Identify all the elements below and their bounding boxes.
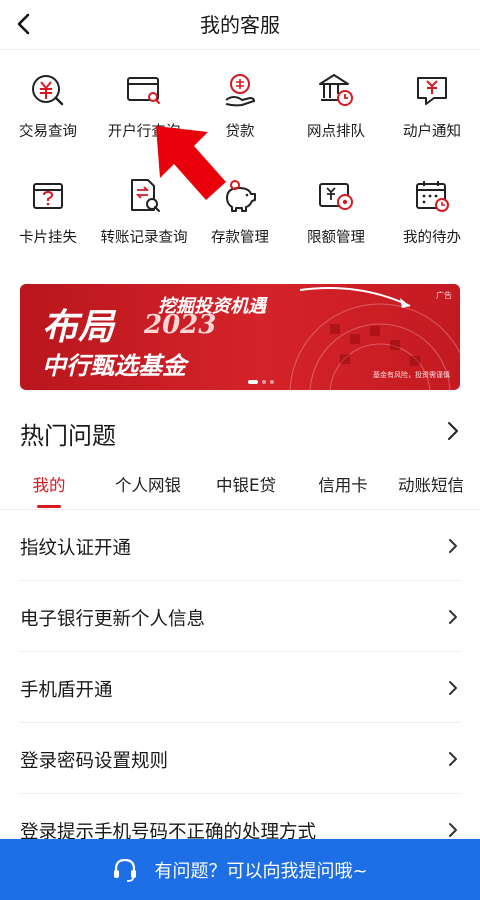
loan-hand-icon	[225, 74, 256, 107]
tab-personal-ebank[interactable]: 个人网银	[106, 468, 190, 508]
service-label: 转账记录查询	[100, 230, 188, 246]
service-label: 限额管理	[307, 230, 365, 246]
tab-label: 动账短信	[398, 476, 464, 495]
ask-prompt-text: 有问题？可以向我提问哦~	[154, 860, 368, 882]
page-title: 我的客服	[200, 13, 280, 37]
risk-disclaimer: 基金有风险，投资需谨慎	[373, 371, 450, 379]
service-account-notice[interactable]: 动户通知	[384, 58, 480, 164]
service-branch-queue[interactable]: 网点排队	[288, 58, 384, 164]
service-transaction-query[interactable]: 交易查询	[0, 58, 96, 164]
service-my-todo[interactable]: 我的待办	[384, 164, 480, 270]
tab-e-loan[interactable]: 中银E贷	[206, 468, 286, 508]
bank-clock-icon	[319, 74, 353, 106]
service-limit-management[interactable]: 限额管理	[288, 164, 384, 270]
service-deposit-management[interactable]: 存款管理	[192, 164, 288, 270]
service-label: 卡片挂失	[19, 230, 77, 246]
service-grid: 交易查询 开户行查询 贷款 网点排队 动户通知 卡片挂失 转账记录查询 存款管理…	[0, 58, 480, 270]
chevron-right-icon	[448, 422, 458, 440]
ask-question-button[interactable]: 有问题？可以向我提问哦~	[0, 839, 480, 900]
hot-questions-header: 热门问题	[0, 408, 480, 454]
promo-banner[interactable]: 布局 2023 挖掘投资机遇 中行甄选基金 广告 基金有风险，投资需谨慎	[20, 284, 460, 390]
service-label: 交易查询	[19, 124, 77, 140]
tab-credit-card[interactable]: 信用卡	[310, 468, 376, 508]
question-text: 手机盾开通	[20, 680, 113, 701]
question-text: 登录密码设置规则	[20, 751, 169, 772]
question-text: 指纹认证开通	[20, 538, 132, 559]
question-tabs: 我的 个人网银 中银E贷 信用卡 动账短信	[0, 468, 480, 510]
card-lost-icon	[33, 183, 63, 209]
chevron-right-icon	[446, 676, 460, 700]
service-transfer-record-query[interactable]: 转账记录查询	[96, 164, 192, 270]
tab-mine[interactable]: 我的	[20, 468, 78, 508]
service-label: 存款管理	[211, 230, 269, 246]
question-list: 指纹认证开通 电子银行更新个人信息 手机盾开通 登录密码设置规则 登录提示手机号…	[20, 510, 460, 865]
more-button[interactable]	[440, 418, 466, 444]
service-label: 贷款	[225, 124, 255, 140]
yuan-search-icon	[32, 75, 64, 106]
service-label: 网点排队	[307, 124, 365, 140]
limit-manage-icon	[319, 183, 353, 210]
chevron-right-icon	[446, 605, 460, 629]
tab-label: 信用卡	[318, 476, 368, 495]
tab-label: 中银E贷	[216, 476, 276, 495]
chevron-right-icon	[446, 747, 460, 771]
yuan-notice-icon	[417, 77, 447, 105]
section-title: 热门问题	[20, 422, 116, 450]
banner-headline: 挖掘投资机遇	[158, 296, 266, 317]
question-text: 电子银行更新个人信息	[20, 609, 206, 630]
list-item[interactable]: 手机盾开通	[20, 652, 460, 723]
list-item[interactable]: 电子银行更新个人信息	[20, 581, 460, 652]
active-tab-indicator	[37, 505, 61, 508]
chevron-right-icon	[446, 534, 460, 558]
tab-account-sms[interactable]: 动账短信	[398, 468, 480, 508]
top-bar: 我的客服	[0, 0, 480, 50]
service-card-report-lost[interactable]: 卡片挂失	[0, 164, 96, 270]
service-loan[interactable]: 贷款	[192, 58, 288, 164]
carousel-indicator	[248, 380, 274, 384]
banner-subtitle: 中行甄选基金	[42, 352, 186, 380]
transfer-record-icon	[131, 179, 160, 212]
calendar-todo-icon	[416, 181, 449, 212]
service-label: 开户行查询	[107, 124, 181, 140]
tab-label: 我的	[32, 476, 66, 495]
banner-big-text: 布局	[42, 306, 115, 348]
list-item[interactable]: 指纹认证开通	[20, 510, 460, 581]
tab-label: 个人网银	[115, 476, 181, 495]
ad-tag: 广告	[436, 291, 452, 300]
service-bank-branch-query[interactable]: 开户行查询	[96, 58, 192, 164]
headset-icon	[114, 858, 137, 882]
service-label: 动户通知	[403, 124, 461, 140]
card-search-icon	[127, 77, 160, 104]
service-label: 我的待办	[403, 230, 461, 246]
list-item[interactable]: 登录密码设置规则	[20, 723, 460, 794]
piggy-bank-icon	[226, 180, 256, 212]
